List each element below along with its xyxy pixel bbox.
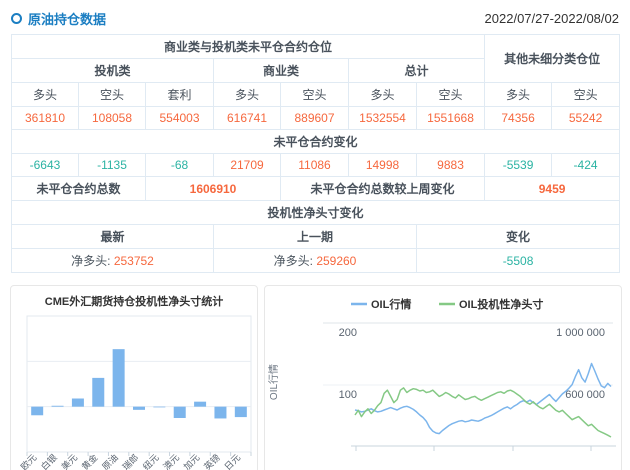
position-value: 616741 (214, 107, 281, 130)
svg-text:100: 100 (339, 389, 357, 401)
bar-chart-svg: CME外汇期货持仓投机性净头寸统计欧元白银美元黄金原油瑞郎纽元澳元加元英镑日元 (11, 286, 257, 470)
svg-text:OIL行情: OIL行情 (267, 364, 280, 400)
page-title-group: 原油持仓数据 (11, 9, 106, 28)
col-header: 多头 (485, 83, 552, 107)
total-value: 1606910 (146, 177, 281, 201)
svg-text:纽元: 纽元 (140, 452, 161, 470)
col-header: 套利 (146, 83, 214, 107)
change-header-cell: 未平仓合约变化 (12, 130, 620, 154)
table-row-col-headers: 多头 空头 套利 多头 空头 多头 空头 多头 空头 (12, 83, 620, 107)
change-value: 21709 (214, 154, 281, 177)
net-prev-label: 净多头: (274, 254, 313, 268)
svg-text:原油: 原油 (100, 452, 121, 470)
positions-table: 商业类与投机类未平仓合约仓位 其他未细分类仓位 投机类 商业类 总计 多头 空头… (11, 34, 620, 273)
svg-text:黄金: 黄金 (79, 452, 100, 470)
svg-text:加元: 加元 (182, 452, 202, 470)
other-header-cell: 其他未细分类仓位 (485, 35, 620, 83)
net-header-cell: 投机性净头寸变化 (12, 201, 620, 225)
position-value: 889607 (281, 107, 349, 130)
page-header: 原油持仓数据 2022/07/27-2022/08/02 (0, 0, 630, 34)
svg-text:澳元: 澳元 (161, 452, 182, 470)
net-col-change: 变化 (417, 225, 620, 249)
col-header: 多头 (214, 83, 281, 107)
net-col-latest: 最新 (12, 225, 214, 249)
change-value: -68 (146, 154, 214, 177)
net-prev-cell: 净多头: 259260 (214, 249, 417, 273)
subgroup-spec: 投机类 (12, 59, 214, 83)
change-value: -1135 (79, 154, 146, 177)
bullet-icon (11, 13, 22, 24)
date-range: 2022/07/27-2022/08/02 (485, 11, 619, 26)
svg-text:600 000: 600 000 (565, 389, 605, 401)
change-value: -5539 (485, 154, 552, 177)
col-header: 空头 (281, 83, 349, 107)
bar-chart-panel: CME外汇期货持仓投机性净头寸统计欧元白银美元黄金原油瑞郎纽元澳元加元英镑日元 (10, 285, 258, 470)
position-value: 1551668 (417, 107, 485, 130)
svg-text:200: 200 (339, 327, 357, 339)
page: 原油持仓数据 2022/07/27-2022/08/02 商业类与投机类未平仓合… (0, 0, 630, 470)
svg-text:英镑: 英镑 (201, 452, 222, 470)
svg-text:OIL行情: OIL行情 (371, 297, 411, 311)
table-row-group-header: 商业类与投机类未平仓合约仓位 其他未细分类仓位 (12, 35, 620, 59)
svg-text:CME外汇期货持仓投机性净头寸统计: CME外汇期货持仓投机性净头寸统计 (45, 294, 223, 308)
change-value: 14998 (349, 154, 417, 177)
change-value: 11086 (281, 154, 349, 177)
position-value: 55242 (552, 107, 620, 130)
line-chart-svg: OIL行情 OIL投机性净头寸 200 100 1 000 000 600 000 OIL行… (265, 286, 621, 470)
charts-row: CME外汇期货持仓投机性净头寸统计欧元白银美元黄金原油瑞郎纽元澳元加元英镑日元 … (10, 285, 620, 470)
net-prev-value: 259260 (316, 254, 356, 268)
col-header: 空头 (417, 83, 485, 107)
svg-text:日元: 日元 (222, 452, 242, 470)
table-row-totals: 未平仓合约总数 1606910 未平仓合约总数较上周变化 9459 (12, 177, 620, 201)
table-row-change-header: 未平仓合约变化 (12, 130, 620, 154)
total-change-value: 9459 (485, 177, 620, 201)
col-header: 空头 (79, 83, 146, 107)
svg-text:欧元: 欧元 (18, 452, 39, 470)
svg-text:OIL投机性净头寸: OIL投机性净头寸 (459, 297, 543, 311)
svg-text:白银: 白银 (38, 452, 59, 470)
position-value: 1532554 (349, 107, 417, 130)
total-label: 未平仓合约总数 (12, 177, 146, 201)
page-title: 原油持仓数据 (28, 9, 106, 28)
table-row-net-values: 净多头: 253752 净多头: 259260 -5508 (12, 249, 620, 273)
net-latest-label: 净多头: (71, 254, 110, 268)
subgroup-total: 总计 (349, 59, 485, 83)
position-value: 554003 (146, 107, 214, 130)
table-row-changes: -6643 -1135 -68 21709 11086 14998 9883 -… (12, 154, 620, 177)
table-row-positions: 361810 108058 554003 616741 889607 15325… (12, 107, 620, 130)
net-latest-value: 253752 (114, 254, 154, 268)
position-value: 108058 (79, 107, 146, 130)
group-header-cell: 商业类与投机类未平仓合约仓位 (12, 35, 485, 59)
change-value: -6643 (12, 154, 79, 177)
col-header: 空头 (552, 83, 620, 107)
subgroup-comm: 商业类 (214, 59, 349, 83)
table-row-net-header: 投机性净头寸变化 (12, 201, 620, 225)
svg-text:瑞郎: 瑞郎 (120, 452, 141, 470)
svg-text:1 000 000: 1 000 000 (556, 327, 605, 339)
position-value: 361810 (12, 107, 79, 130)
total-change-label: 未平仓合约总数较上周变化 (281, 177, 485, 201)
line-chart-panel: OIL行情 OIL投机性净头寸 200 100 1 000 000 600 000 OIL行… (264, 285, 622, 470)
change-value: 9883 (417, 154, 485, 177)
net-col-prev: 上一期 (214, 225, 417, 249)
table-row-net-cols: 最新 上一期 变化 (12, 225, 620, 249)
col-header: 多头 (349, 83, 417, 107)
col-header: 多头 (12, 83, 79, 107)
svg-text:美元: 美元 (59, 452, 80, 470)
position-value: 74356 (485, 107, 552, 130)
change-value: -424 (552, 154, 620, 177)
net-change-value: -5508 (417, 249, 620, 273)
net-latest-cell: 净多头: 253752 (12, 249, 214, 273)
